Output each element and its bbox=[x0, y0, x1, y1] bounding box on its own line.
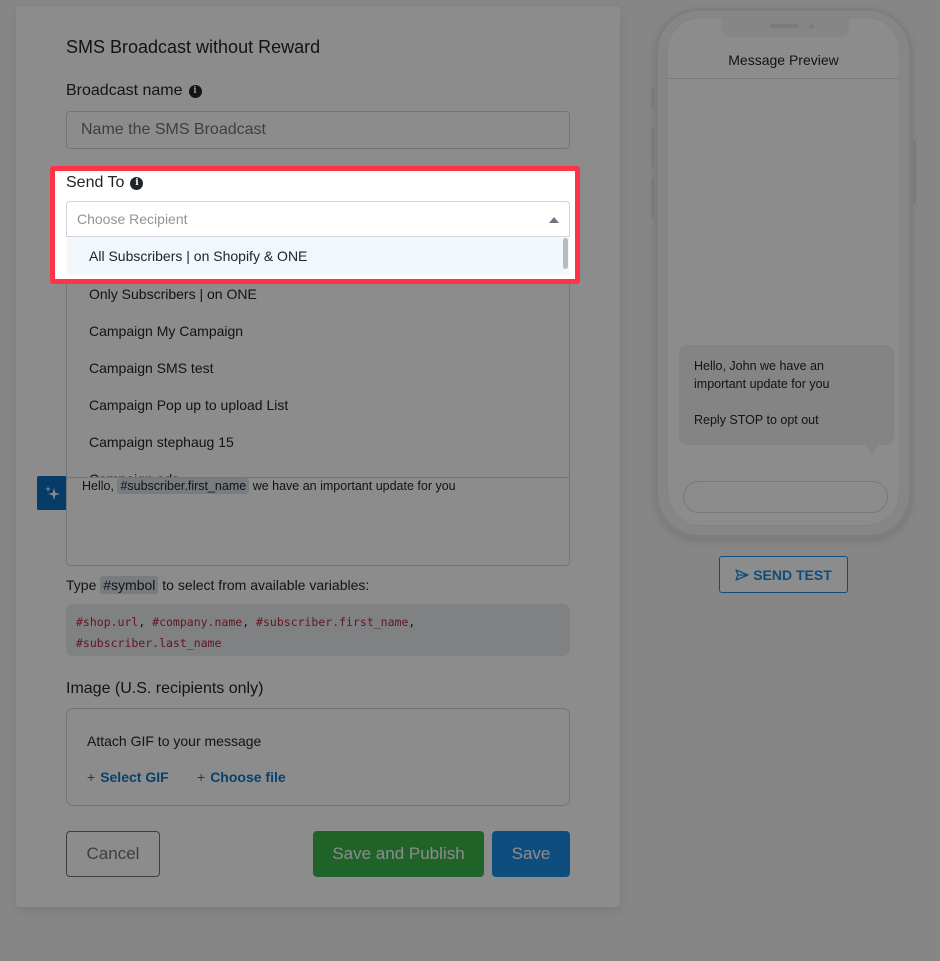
caret-up-icon bbox=[549, 217, 559, 223]
dropdown-scrollbar[interactable] bbox=[563, 238, 568, 269]
info-icon[interactable]: i bbox=[130, 176, 144, 190]
dropdown-option-highlighted[interactable]: All Subscribers | on Shopify & ONE bbox=[67, 237, 569, 275]
send-to-label: Send To i bbox=[66, 174, 144, 192]
send-to-section: Send To i Choose Recipient All Subscribe… bbox=[55, 171, 575, 279]
send-to-label-text: Send To bbox=[66, 174, 125, 191]
dim-overlay bbox=[0, 0, 940, 961]
recipient-select-placeholder: Choose Recipient bbox=[77, 211, 188, 227]
recipient-select[interactable]: Choose Recipient bbox=[66, 201, 570, 237]
